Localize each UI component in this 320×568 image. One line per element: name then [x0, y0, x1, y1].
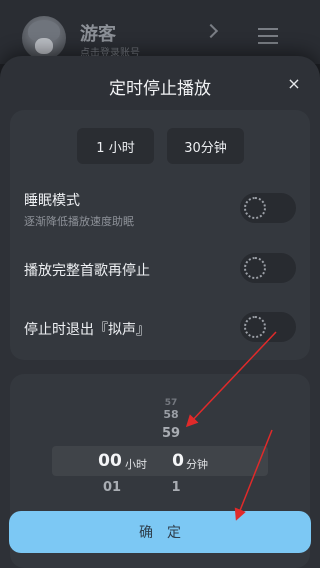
quit-app-toggle[interactable]	[240, 312, 296, 342]
hour-option[interactable]: 01	[94, 480, 130, 495]
hour-unit-label: 小时	[125, 458, 147, 471]
timer-dialog: 定时停止播放 × 1 小时 30分钟 睡眠模式 逐渐降低播放速度助眠 播放完整首…	[0, 56, 320, 568]
app-root: 游客 点击登录账号 定时停止播放 × 1 小时 30分钟 睡眠模式 逐渐降低播放…	[0, 0, 320, 568]
sleep-mode-toggle[interactable]	[240, 193, 296, 223]
minute-option[interactable]: 58	[153, 408, 189, 421]
toggle-knob	[244, 316, 266, 338]
hour-selected[interactable]: 00	[92, 451, 128, 471]
finish-song-toggle[interactable]	[240, 253, 296, 283]
quit-app-label: 停止时退出『拟声』	[24, 322, 150, 338]
minute-option[interactable]: 57	[153, 398, 189, 408]
chevron-right-icon[interactable]	[203, 23, 219, 39]
menu-icon[interactable]	[258, 28, 278, 44]
close-button[interactable]: ×	[280, 74, 308, 96]
confirm-button[interactable]: 确定	[9, 511, 311, 553]
duration-30-min-button[interactable]: 30分钟	[167, 128, 244, 164]
options-card: 1 小时 30分钟 睡眠模式 逐渐降低播放速度助眠 播放完整首歌再停止 停止时退…	[10, 110, 310, 360]
profile-header[interactable]: 游客 点击登录账号	[0, 0, 320, 64]
minute-option[interactable]: 1	[158, 480, 194, 495]
duration-1-hour-button[interactable]: 1 小时	[77, 128, 154, 164]
sleep-mode-description: 逐渐降低播放速度助眠	[24, 215, 134, 228]
minute-option[interactable]: 59	[153, 426, 189, 441]
toggle-knob	[244, 257, 266, 279]
username: 游客	[80, 24, 116, 45]
finish-song-label: 播放完整首歌再停止	[24, 263, 150, 279]
dialog-title: 定时停止播放	[109, 79, 211, 99]
toggle-knob	[244, 197, 266, 219]
minute-unit-label: 分钟	[186, 458, 208, 471]
sleep-mode-label: 睡眠模式	[24, 193, 80, 209]
avatar[interactable]	[22, 16, 66, 60]
